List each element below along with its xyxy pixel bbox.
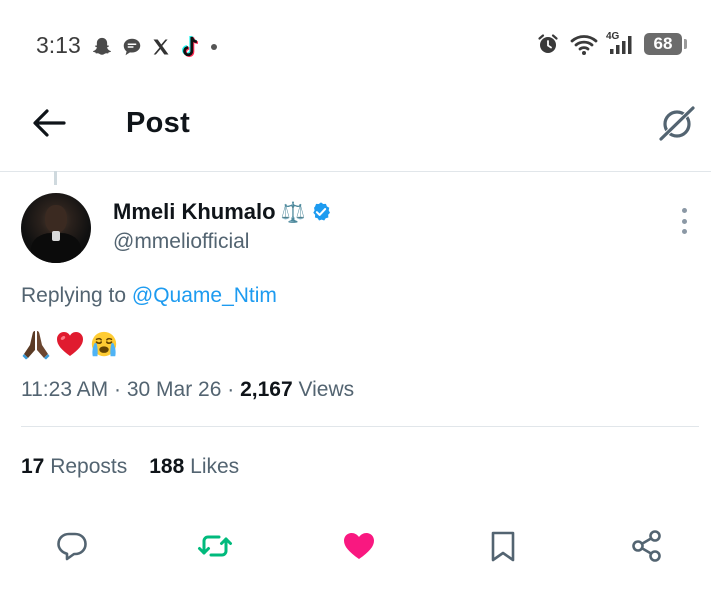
- more-options-button[interactable]: [675, 208, 693, 234]
- thread-connector: [54, 171, 57, 185]
- reply-button[interactable]: [54, 528, 90, 564]
- red-heart-emoji: [57, 332, 83, 356]
- likes-stat[interactable]: 188 Likes: [149, 455, 239, 479]
- more-dot: [681, 229, 687, 234]
- reposts-count: 17: [21, 455, 45, 478]
- views-count: 2,167: [240, 378, 293, 401]
- back-button[interactable]: [30, 106, 68, 140]
- more-dot: [681, 218, 687, 224]
- reposts-stat[interactable]: 17 Reposts: [21, 455, 127, 479]
- views-label: Views: [298, 378, 355, 401]
- replying-prefix: Replying to: [21, 284, 127, 307]
- avatar[interactable]: [21, 193, 91, 263]
- likes-count: 188: [149, 455, 185, 478]
- meta-separator: ·: [227, 378, 241, 401]
- grok-icon: [658, 105, 696, 142]
- engagement-stats: 17 Reposts 188 Likes: [21, 455, 239, 479]
- post-meta: 11:23 AM · 30 Mar 26 · 2,167 Views: [21, 378, 354, 402]
- x-logo-icon: [153, 39, 169, 55]
- likes-label: Likes: [190, 455, 240, 478]
- repost-button[interactable]: [197, 528, 233, 564]
- like-button[interactable]: [341, 528, 377, 564]
- snapchat-icon: [93, 37, 111, 55]
- header-divider: [0, 171, 711, 172]
- status-notification-icons: [91, 35, 217, 59]
- verified-badge-icon: [313, 202, 331, 221]
- folded-hands-emoji: [22, 331, 50, 360]
- wifi-icon: [570, 35, 598, 55]
- tiktok-icon: [182, 35, 199, 58]
- post-date[interactable]: 30 Mar 26: [127, 378, 222, 401]
- meta-separator: ·: [114, 378, 127, 401]
- share-button[interactable]: [629, 528, 665, 564]
- post-time[interactable]: 11:23 AM: [21, 378, 108, 401]
- replying-to-link[interactable]: @Quame_Ntim: [132, 284, 277, 307]
- network-type: 4G: [606, 31, 620, 42]
- replying-to: Replying to @Quame_Ntim: [21, 284, 277, 308]
- bookmark-button[interactable]: [485, 528, 521, 564]
- scales-emoji: ⚖️: [280, 201, 306, 224]
- post-content: [21, 328, 119, 360]
- page-title: Post: [126, 107, 191, 139]
- meta-divider: [21, 426, 699, 427]
- more-dot: [681, 208, 687, 213]
- reply-icon: [57, 532, 87, 561]
- battery-icon: 68: [644, 33, 687, 55]
- grok-button[interactable]: [657, 103, 697, 143]
- arrow-left-icon: [33, 109, 66, 137]
- author-handle[interactable]: @mmeliofficial: [113, 230, 249, 254]
- status-time: 3:13: [36, 32, 81, 58]
- more-notifications-dot: [211, 44, 217, 50]
- author-name-row[interactable]: Mmeli Khumalo ⚖️: [113, 199, 332, 225]
- bookmark-icon: [491, 531, 515, 562]
- alarm-icon: [538, 34, 558, 53]
- heart-icon: [344, 533, 374, 559]
- crying-face-emoji: [91, 331, 117, 357]
- share-icon: [632, 530, 661, 562]
- author-name[interactable]: Mmeli Khumalo: [113, 199, 276, 225]
- reposts-label: Reposts: [50, 455, 128, 478]
- repost-icon: [198, 535, 232, 557]
- chat-bubble-icon: [123, 38, 141, 56]
